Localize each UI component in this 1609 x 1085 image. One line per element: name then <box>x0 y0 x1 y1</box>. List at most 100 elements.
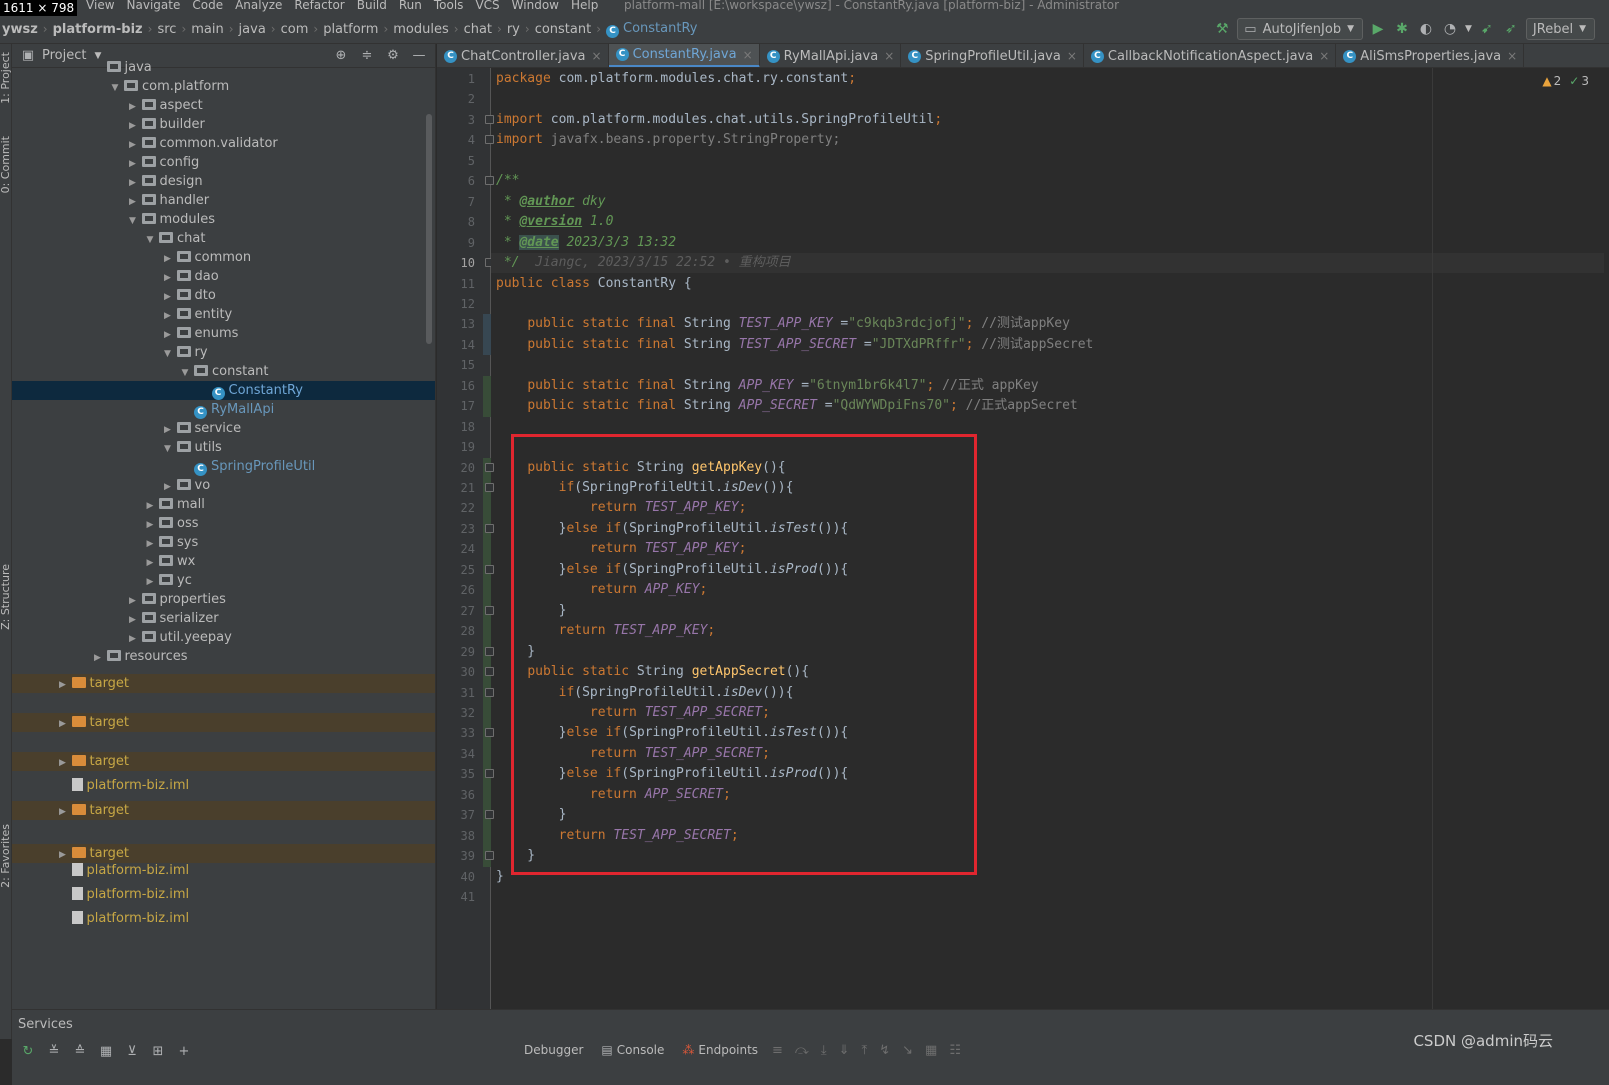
tree-item[interactable]: ▶ oss <box>12 514 435 533</box>
tree-item[interactable]: ▼ ry <box>12 343 435 362</box>
vcs-change-marker[interactable] <box>483 314 491 356</box>
breadcrumb-item[interactable]: modules <box>393 22 449 37</box>
collapse-all-icon[interactable]: ≙ <box>72 1043 88 1059</box>
fold-marker-icon[interactable] <box>485 462 494 472</box>
menu-item[interactable]: Code <box>192 0 223 11</box>
code-line[interactable]: public static final String TEST_APP_SECR… <box>496 335 1093 355</box>
line-number[interactable]: 11 <box>437 274 475 294</box>
fold-marker-icon[interactable] <box>485 114 494 124</box>
line-number[interactable]: 3 <box>437 110 475 130</box>
editor-tab[interactable]: C CallbackNotificationAspect.java × <box>1084 44 1337 67</box>
tab-debugger[interactable]: Debugger <box>524 1043 583 1057</box>
code-line[interactable]: import com.platform.modules.chat.utils.S… <box>496 110 942 130</box>
fold-marker-icon[interactable] <box>485 769 494 779</box>
tree-item[interactable]: ▶ aspect <box>12 96 435 115</box>
new-tab-icon[interactable]: ⊞ <box>150 1043 166 1059</box>
fold-marker-icon[interactable] <box>485 483 494 492</box>
menu-item[interactable]: Navigate <box>127 0 181 11</box>
inspection-widget[interactable]: ▲ 2 ✓ 3 <box>1542 74 1589 88</box>
menu-item[interactable]: Analyze <box>235 0 282 11</box>
tree-item[interactable]: java <box>12 58 435 77</box>
fold-marker-icon[interactable] <box>485 667 494 677</box>
breadcrumb-item[interactable]: main <box>191 22 223 37</box>
tree-item[interactable]: ▼ chat <box>12 229 435 248</box>
tree-item[interactable]: C SpringProfileUtil <box>12 457 435 476</box>
menu-item[interactable]: VCS <box>475 0 499 11</box>
tree-item[interactable]: C RyMallApi <box>12 400 435 419</box>
line-number[interactable]: 16 <box>437 376 475 396</box>
line-number[interactable]: 15 <box>437 355 475 375</box>
tree-item[interactable]: ▶ resources <box>12 647 435 668</box>
step-out-icon[interactable]: ⤒ <box>861 1043 867 1058</box>
menu-item[interactable]: Run <box>399 0 422 11</box>
code-line[interactable]: } <box>496 867 504 887</box>
line-number[interactable]: 12 <box>437 294 475 314</box>
line-number[interactable]: 32 <box>437 703 475 723</box>
line-number[interactable]: 37 <box>437 805 475 825</box>
line-number[interactable]: 28 <box>437 621 475 641</box>
line-number[interactable]: 26 <box>437 580 475 600</box>
chevron-right-icon[interactable]: ▶ <box>92 649 104 668</box>
code-line[interactable]: * @date 2023/3/3 13:32 <box>496 233 676 253</box>
tab-console[interactable]: ▤ Console <box>601 1043 664 1057</box>
line-number[interactable]: 5 <box>437 151 475 171</box>
editor-tab[interactable]: C RyMallApi.java × <box>760 44 902 67</box>
editor-tab[interactable]: C AliSmsProperties.java × <box>1336 44 1525 67</box>
line-number[interactable]: 29 <box>437 642 475 662</box>
code-line[interactable]: public static final String TEST_APP_KEY … <box>496 314 1070 334</box>
line-number[interactable]: 39 <box>437 846 475 866</box>
jrebel-select[interactable]: JRebel ▼ <box>1525 18 1595 40</box>
tree-item[interactable]: ▶ dto <box>12 286 435 305</box>
line-number[interactable]: 40 <box>437 867 475 887</box>
tree-item[interactable]: ▼ constant <box>12 362 435 381</box>
tree-item[interactable]: ▶ config <box>12 153 435 172</box>
fold-marker-icon[interactable] <box>485 851 494 861</box>
evaluate-icon[interactable]: ▦ <box>925 1043 937 1058</box>
breadcrumb-item[interactable]: chat <box>464 22 492 37</box>
fold-marker-icon[interactable] <box>485 564 494 574</box>
menu-item[interactable]: Help <box>571 0 598 11</box>
line-number[interactable]: 6 <box>437 171 475 191</box>
breadcrumb-item[interactable]: ry <box>507 22 520 37</box>
line-number[interactable]: 30 <box>437 662 475 682</box>
tree-item[interactable]: ▶ sys <box>12 533 435 552</box>
drop-frame-icon[interactable]: ↯ <box>879 1043 890 1058</box>
tree-item[interactable]: ▶ common <box>12 248 435 267</box>
chevron-right-icon[interactable]: ▶ <box>57 676 69 695</box>
tree-item[interactable]: C ConstantRy <box>12 381 435 400</box>
line-number[interactable]: 14 <box>437 335 475 355</box>
line-number[interactable]: 33 <box>437 723 475 743</box>
debug-bug-icon[interactable]: ✱ <box>1393 20 1411 38</box>
step-over-icon[interactable]: ⤼ <box>795 1043 809 1058</box>
line-number[interactable]: 35 <box>437 764 475 784</box>
chevron-right-icon[interactable]: ▶ <box>57 754 69 773</box>
editor-tab[interactable]: C ConstantRy.java × <box>608 44 760 67</box>
line-number[interactable]: 20 <box>437 458 475 478</box>
code-line[interactable]: */ Jiangc, 2023/3/15 22:52 • 重构项目 <box>491 253 1604 274</box>
line-number[interactable]: 36 <box>437 785 475 805</box>
tree-item[interactable]: ▶ entity <box>12 305 435 324</box>
tree-item[interactable]: ▶ builder <box>12 115 435 134</box>
line-number[interactable]: 4 <box>437 130 475 150</box>
tree-item[interactable]: platform-biz.iml <box>12 861 435 880</box>
breadcrumb-item[interactable]: constant <box>535 22 592 37</box>
line-number[interactable]: 23 <box>437 519 475 539</box>
breadcrumb-item[interactable]: src <box>157 22 176 37</box>
tree-item[interactable]: ▶ properties <box>12 590 435 609</box>
filter-icon[interactable]: ⊻ <box>124 1043 140 1059</box>
run-icon[interactable]: ▶ <box>1369 20 1387 38</box>
tree-item[interactable]: ▶ common.validator <box>12 134 435 153</box>
strip-tab-commit[interactable]: 0: Commit <box>0 136 11 193</box>
menu-item[interactable]: Build <box>357 0 387 11</box>
tree-item[interactable]: ▶ enums <box>12 324 435 343</box>
line-number[interactable]: 24 <box>437 539 475 559</box>
profile-icon[interactable]: ◔ <box>1441 20 1459 38</box>
line-number[interactable]: 27 <box>437 601 475 621</box>
line-number[interactable]: 41 <box>437 887 475 907</box>
tab-endpoints[interactable]: ⁂ Endpoints <box>682 1043 758 1057</box>
code-line[interactable]: public class ConstantRy { <box>496 274 692 294</box>
code-line[interactable]: * @author dky <box>496 192 606 212</box>
tree-item[interactable]: ▼ modules <box>12 210 435 229</box>
line-number[interactable]: 31 <box>437 683 475 703</box>
chevron-right-icon[interactable]: ▶ <box>57 803 69 822</box>
